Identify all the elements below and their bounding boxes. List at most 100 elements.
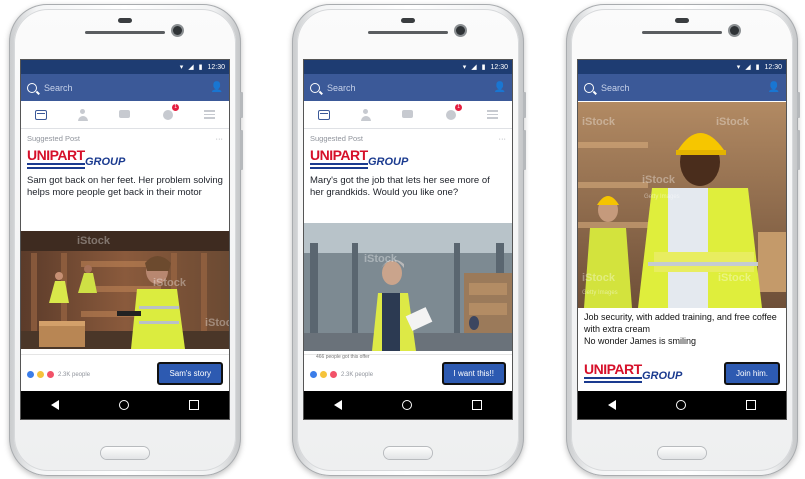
warehouse-photo xyxy=(304,223,512,351)
search-icon xyxy=(584,82,594,93)
search-icon xyxy=(27,82,37,93)
logo-unipart-text: UNIPART xyxy=(27,147,85,163)
phone-speaker xyxy=(401,18,415,23)
wifi-icon: ▾ xyxy=(736,64,741,71)
back-icon[interactable] xyxy=(334,400,342,410)
messages-icon[interactable] xyxy=(118,109,132,121)
camera-icon xyxy=(730,26,739,35)
volume-button xyxy=(523,92,526,118)
notification-badge: 1 xyxy=(455,103,463,111)
messages-icon[interactable] xyxy=(401,109,415,121)
volume-button xyxy=(797,92,800,118)
home-icon[interactable] xyxy=(676,400,686,410)
recent-apps-icon[interactable] xyxy=(746,400,756,410)
suggested-post-header: Suggested Post ··· xyxy=(304,129,512,147)
phone-earpiece xyxy=(85,31,165,34)
post-text-line-2: No wonder James is smiling xyxy=(584,336,697,346)
phone-screen: ▾ ◢ ▮ 12:30 👤 1 Suggested Post ··· UNIPA… xyxy=(304,60,512,419)
friends-icon[interactable] xyxy=(359,108,373,121)
reactions[interactable]: 2.3K people xyxy=(26,370,90,379)
wow-icon xyxy=(36,370,45,379)
menu-icon[interactable] xyxy=(486,110,498,119)
i-want-this-button[interactable]: I want this!! xyxy=(441,362,506,385)
status-bar: ▾ ◢ ▮ 12:30 xyxy=(304,60,512,74)
suggested-post-header: Suggested Post ··· xyxy=(21,129,229,147)
post-photo[interactable]: iStock iStock iStock xyxy=(21,231,229,349)
post-text: Job security, with added training, and f… xyxy=(578,311,786,347)
nav-bar: 1 xyxy=(21,101,229,129)
recent-apps-icon[interactable] xyxy=(472,400,482,410)
logo-group-text: GROUP xyxy=(85,156,126,168)
unipart-logo: UNIPART GROUP xyxy=(27,147,137,171)
menu-icon[interactable] xyxy=(203,110,215,119)
android-nav-bar xyxy=(578,391,786,419)
recent-apps-icon[interactable] xyxy=(189,400,199,410)
post-photo[interactable]: iStock iStock iStock iStock iStock Getty… xyxy=(578,102,786,308)
home-button[interactable] xyxy=(384,447,432,459)
power-button xyxy=(523,130,526,170)
battery-icon: ▮ xyxy=(198,64,203,71)
power-button xyxy=(240,130,243,170)
post-text: Sam got back on her feet. Her problem so… xyxy=(27,175,223,198)
more-options-icon[interactable]: ··· xyxy=(216,134,224,143)
status-bar: ▾ ◢ ▮ 12:30 xyxy=(578,60,786,74)
wifi-icon: ▾ xyxy=(462,64,467,71)
friend-requests-icon[interactable]: 👤 xyxy=(494,82,506,93)
logo-unipart-text: UNIPART xyxy=(310,147,368,163)
logo-group-text: GROUP xyxy=(642,370,683,382)
istock-watermark: iStock xyxy=(718,272,752,284)
more-options-icon[interactable]: ··· xyxy=(499,134,507,143)
status-bar: ▾ ◢ ▮ 12:30 xyxy=(21,60,229,74)
reaction-count: 2.3K people xyxy=(341,371,374,378)
post-footer: UNIPART GROUP Join him. xyxy=(578,355,786,391)
camera-icon xyxy=(456,26,465,35)
status-time: 12:30 xyxy=(490,63,508,71)
search-bar: 👤 xyxy=(304,74,512,101)
logo-unipart-text: UNIPART xyxy=(584,361,642,377)
istock-watermark: iStock xyxy=(153,277,187,289)
post-photo[interactable]: iStock xyxy=(304,223,512,351)
istock-watermark: iStock xyxy=(716,116,750,128)
friends-icon[interactable] xyxy=(76,108,90,121)
join-him-button[interactable]: Join him. xyxy=(723,362,780,385)
notifications-icon[interactable]: 1 xyxy=(444,103,463,121)
post-text-line-1: Job security, with added training, and f… xyxy=(584,312,777,334)
wow-icon xyxy=(319,370,328,379)
istock-watermark: iStock xyxy=(205,317,229,329)
android-nav-bar xyxy=(21,391,229,419)
search-icon xyxy=(310,82,320,93)
friend-requests-icon[interactable]: 👤 xyxy=(768,82,780,93)
phone-speaker xyxy=(118,18,132,23)
post-footer: 2.3K people Sam's story xyxy=(21,354,229,391)
post-footer: 466 people got this offer 2.3K people I … xyxy=(304,354,512,391)
search-input[interactable] xyxy=(601,82,768,93)
phone-speaker xyxy=(675,18,689,23)
offer-caption: 466 people got this offer xyxy=(316,354,370,360)
post-text: Mary's got the job that lets her see mor… xyxy=(310,175,490,198)
power-button xyxy=(797,130,800,170)
istock-watermark: iStock xyxy=(582,116,616,128)
suggested-label: Suggested Post xyxy=(27,133,80,143)
like-icon xyxy=(309,370,318,379)
love-icon xyxy=(329,370,338,379)
home-icon[interactable] xyxy=(119,400,129,410)
like-icon xyxy=(26,370,35,379)
sams-story-button[interactable]: Sam's story xyxy=(157,362,223,385)
news-feed-icon[interactable] xyxy=(318,109,331,120)
phone-3: ▾ ◢ ▮ 12:30 👤 xyxy=(566,4,800,476)
getty-watermark: Getty Images xyxy=(644,194,680,200)
search-input[interactable] xyxy=(44,82,211,93)
news-feed-icon[interactable] xyxy=(35,109,48,120)
home-button[interactable] xyxy=(658,447,706,459)
home-icon[interactable] xyxy=(402,400,412,410)
home-button[interactable] xyxy=(101,447,149,459)
phone-1: ▾ ◢ ▮ 12:30 👤 1 Suggested Post ··· UNIPA… xyxy=(9,4,243,476)
notifications-icon[interactable]: 1 xyxy=(161,103,180,121)
back-icon[interactable] xyxy=(608,400,616,410)
search-input[interactable] xyxy=(327,82,494,93)
phone-screen: ▾ ◢ ▮ 12:30 👤 xyxy=(578,60,786,419)
suggested-label: Suggested Post xyxy=(310,133,363,143)
friend-requests-icon[interactable]: 👤 xyxy=(211,82,223,93)
reactions[interactable]: 2.3K people xyxy=(309,370,373,379)
back-icon[interactable] xyxy=(51,400,59,410)
